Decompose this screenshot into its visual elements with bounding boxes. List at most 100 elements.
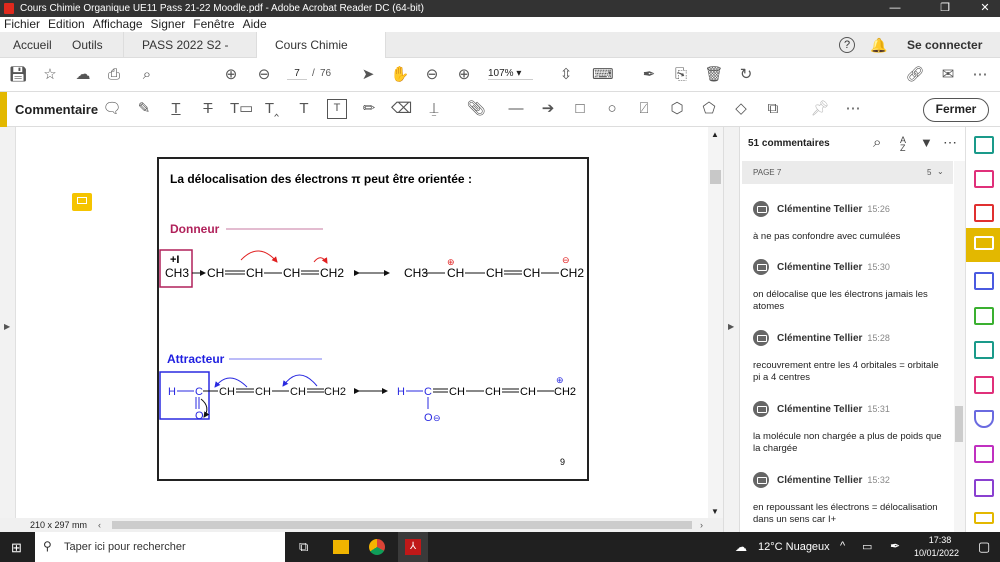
- oval-tool-icon[interactable]: ○: [602, 99, 622, 119]
- tab-outils[interactable]: Outils: [72, 32, 103, 58]
- sign-in-link[interactable]: Se connecter: [907, 32, 982, 58]
- panel-splitter[interactable]: ▶: [723, 127, 740, 532]
- link-icon[interactable]: 🔗︎: [905, 65, 925, 85]
- bookmark-star-icon[interactable]: ☆: [40, 65, 60, 85]
- sticky-note-marker-icon[interactable]: [72, 193, 92, 211]
- hand-tool-icon[interactable]: ✋: [390, 65, 410, 85]
- minimize-button[interactable]: —: [880, 0, 910, 17]
- rotate-icon[interactable]: ↻: [736, 65, 756, 85]
- comments-scroll-thumb[interactable]: [955, 406, 963, 442]
- keyboard-icon[interactable]: ⌨: [592, 65, 614, 85]
- cloud-tool-icon[interactable]: ⬠: [699, 99, 719, 119]
- line-tool-icon[interactable]: —: [506, 99, 526, 119]
- zoom-out-icon[interactable]: ⊖: [422, 65, 442, 85]
- share-document-icon[interactable]: ⎘: [671, 65, 691, 85]
- add-text-icon[interactable]: T: [294, 99, 314, 119]
- pin-icon[interactable]: 📌︎: [810, 99, 830, 119]
- menu-aide[interactable]: Aide: [239, 17, 271, 32]
- comment-item[interactable]: Clémentine Tellier 15:30 on délocalise que…: [753, 259, 948, 313]
- menu-fichier[interactable]: Fichier: [0, 17, 44, 32]
- close-comment-button[interactable]: Fermer: [923, 98, 989, 122]
- combine-files-icon[interactable]: [974, 272, 994, 290]
- find-zoom-icon[interactable]: ⌕: [137, 65, 157, 85]
- menu-edition[interactable]: Edition: [44, 17, 89, 32]
- arrow-tool-icon[interactable]: ➔: [538, 99, 558, 119]
- acrobat-taskbar-button[interactable]: ⅄: [398, 532, 428, 562]
- network-icon[interactable]: ▭: [862, 540, 872, 553]
- maximize-button[interactable]: ❐: [930, 0, 960, 17]
- close-window-button[interactable]: ✕: [970, 0, 1000, 17]
- scroll-thumb[interactable]: [710, 170, 721, 184]
- highlight-icon[interactable]: ✎: [134, 99, 154, 119]
- horizontal-scrollbar[interactable]: [112, 521, 692, 529]
- save-icon[interactable]: 💾︎: [8, 65, 28, 85]
- comment-item[interactable]: Clémentine Tellier 15:32 en repoussant les…: [753, 472, 948, 526]
- expand-shapes-icon[interactable]: ⧉: [763, 99, 783, 119]
- polyline-tool-icon[interactable]: ◇: [731, 99, 751, 119]
- replace-text-icon[interactable]: T▭: [230, 99, 253, 119]
- previous-page-icon[interactable]: ⊕︎: [221, 65, 241, 85]
- delete-trash-icon[interactable]: 🗑︎: [704, 65, 724, 85]
- collapse-panel-icon[interactable]: ▶: [728, 322, 734, 331]
- organize-pages-icon[interactable]: [974, 170, 994, 188]
- compress-icon[interactable]: [974, 307, 994, 325]
- file-explorer-icon[interactable]: [333, 540, 349, 554]
- eraser-icon[interactable]: ⌫: [391, 99, 412, 119]
- callout-tool-icon[interactable]: ⍁: [634, 99, 654, 119]
- attach-file-icon[interactable]: 📎︎: [466, 99, 486, 119]
- tab-document-cours[interactable]: Cours Chimie Orga... ×: [256, 32, 386, 78]
- clock-date[interactable]: 10/01/2022: [914, 548, 959, 558]
- sticky-note-icon[interactable]: 🗨︎: [102, 99, 122, 119]
- more-tools-rail-icon[interactable]: [974, 512, 994, 524]
- scroll-right-icon[interactable]: ›: [700, 518, 703, 532]
- request-signature-icon[interactable]: [974, 479, 994, 497]
- search-comments-icon[interactable]: ⌕: [873, 134, 881, 151]
- chrome-icon[interactable]: [369, 539, 385, 555]
- fill-sign-icon[interactable]: [974, 376, 994, 394]
- more-comment-tools-icon[interactable]: ⋯: [843, 99, 863, 119]
- notifications-bell-icon[interactable]: 🔔: [870, 32, 887, 58]
- comment-item[interactable]: Clémentine Tellier 15:28 recouvrement entr…: [753, 330, 948, 384]
- scan-ocr-icon[interactable]: [974, 341, 994, 359]
- sort-az-icon[interactable]: AZ: [900, 136, 906, 153]
- notification-center-icon[interactable]: ▢: [978, 539, 990, 555]
- pen-icon[interactable]: ✒: [890, 539, 900, 553]
- scroll-up-icon[interactable]: ▲: [711, 130, 719, 139]
- strikethrough-icon[interactable]: T: [198, 99, 218, 119]
- chevron-down-icon[interactable]: ⌄: [937, 167, 944, 176]
- underline-text-icon[interactable]: T: [166, 99, 186, 119]
- filter-icon[interactable]: ▼: [920, 135, 933, 150]
- comment-tool-active[interactable]: [966, 228, 1000, 262]
- export-pdf-icon[interactable]: [974, 136, 994, 154]
- more-options-icon[interactable]: ⋯: [943, 134, 957, 151]
- email-icon[interactable]: ✉: [938, 65, 958, 85]
- page-fit-icon[interactable]: ⇳: [556, 65, 576, 85]
- comment-item[interactable]: Clémentine Tellier 15:31 la molécule non c…: [753, 401, 948, 455]
- menu-fenetre[interactable]: Fenêtre: [189, 17, 238, 32]
- zoom-level-select[interactable]: 107% ▾: [488, 68, 533, 80]
- expand-left-icon[interactable]: ▶: [4, 322, 10, 331]
- menu-signer[interactable]: Signer: [147, 17, 190, 32]
- help-icon[interactable]: ?: [839, 37, 855, 53]
- select-cursor-icon[interactable]: ➤: [358, 65, 378, 85]
- left-panel-toggle[interactable]: ▶: [0, 127, 16, 518]
- prepare-form-icon[interactable]: [974, 445, 994, 463]
- windows-start-icon[interactable]: ⊞: [11, 540, 22, 556]
- protect-shield-icon[interactable]: [974, 410, 994, 428]
- comments-scrollbar[interactable]: [954, 161, 965, 532]
- task-view-icon[interactable]: ⧉: [299, 539, 308, 555]
- pencil-icon[interactable]: ✏: [359, 99, 379, 119]
- upload-cloud-icon[interactable]: ☁: [73, 65, 93, 85]
- zoom-in-icon[interactable]: ⊕: [454, 65, 474, 85]
- next-page-icon[interactable]: ⊖︎: [254, 65, 274, 85]
- taskbar-search[interactable]: ⚲ Taper ici pour rechercher: [35, 532, 285, 562]
- text-box-icon[interactable]: T: [327, 99, 347, 119]
- scroll-left-icon[interactable]: ‹: [98, 518, 101, 532]
- stamp-icon[interactable]: ⍊: [424, 99, 444, 119]
- page-number-input[interactable]: 7: [287, 68, 307, 80]
- create-pdf-icon[interactable]: [974, 204, 994, 222]
- clock-time[interactable]: 17:38: [922, 535, 958, 545]
- tab-document-pass[interactable]: PASS 2022 S2 - Par...: [123, 32, 256, 78]
- show-hidden-icons[interactable]: ^: [840, 540, 845, 552]
- weather-text[interactable]: 12°C Nuageux: [758, 541, 830, 553]
